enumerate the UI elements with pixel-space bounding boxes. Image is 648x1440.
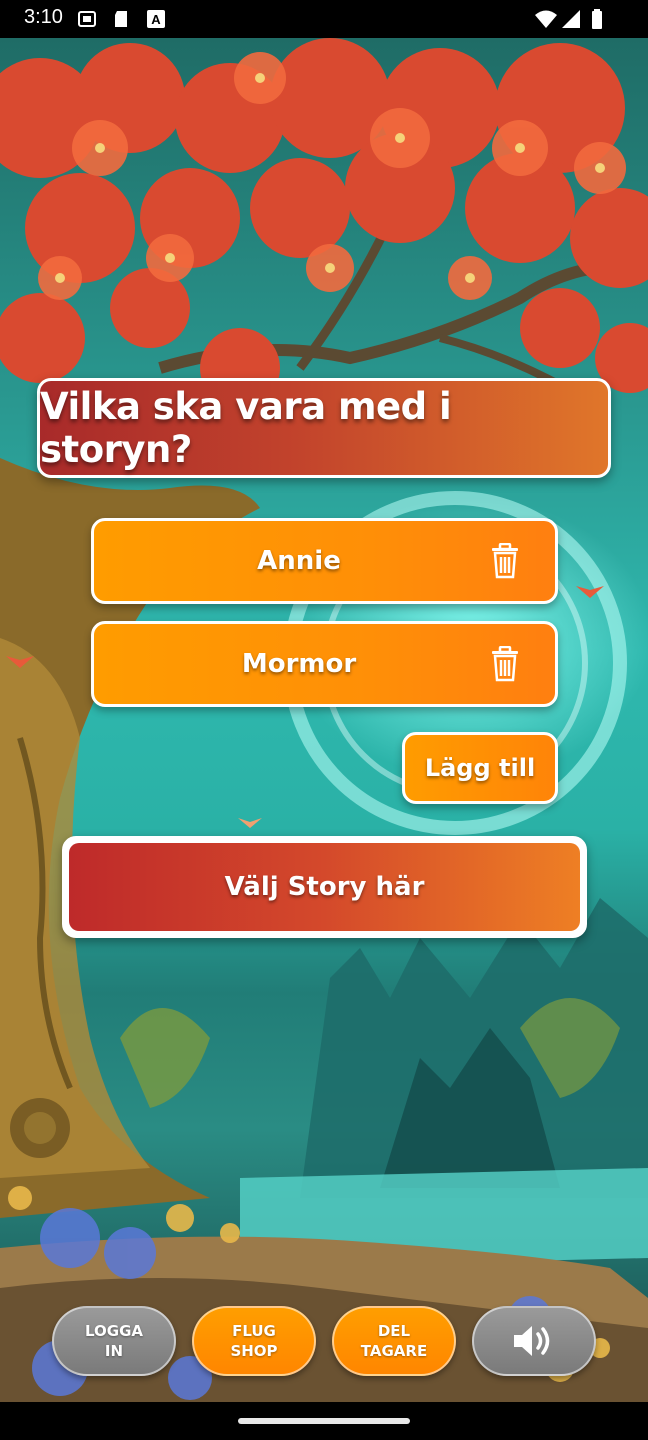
participant-name: Mormor <box>241 649 357 679</box>
choose-story-label: Välj Story här <box>69 843 580 931</box>
screenshot-icon <box>78 11 96 27</box>
login-button[interactable]: LOGGA IN <box>52 1306 176 1376</box>
participant-name: Annie <box>257 546 341 576</box>
status-bar: 3:10 A <box>0 0 648 38</box>
shop-label: FLUG SHOP <box>230 1322 278 1360</box>
participants-button[interactable]: DEL TAGARE <box>332 1306 456 1376</box>
home-gesture-handle[interactable] <box>238 1418 410 1424</box>
participant-row[interactable]: Mormor <box>91 621 558 707</box>
login-label: LOGGA IN <box>84 1322 143 1360</box>
question-banner: Vilka ska vara med i storyn? <box>37 378 611 478</box>
shop-button[interactable]: FLUG SHOP <box>192 1306 316 1376</box>
status-time: 3:10 <box>24 6 63 28</box>
navigation-bar <box>0 1402 648 1440</box>
background-illustration <box>0 38 648 1402</box>
font-a-icon: A <box>147 10 165 28</box>
question-title: Vilka ska vara med i storyn? <box>40 385 452 471</box>
trash-icon[interactable] <box>489 646 521 682</box>
sd-card-icon <box>115 11 127 27</box>
add-participant-button[interactable]: Lägg till <box>402 732 558 804</box>
sound-button[interactable] <box>472 1306 596 1376</box>
wifi-icon <box>535 10 557 28</box>
svg-text:A: A <box>151 12 161 27</box>
fantasy-forest-background <box>0 38 648 1402</box>
battery-icon <box>592 9 602 29</box>
participants-label: DEL TAGARE <box>360 1322 428 1360</box>
participant-row[interactable]: Annie <box>91 518 558 604</box>
trash-icon[interactable] <box>489 543 521 579</box>
speaker-icon <box>514 1326 550 1356</box>
signal-icon <box>562 10 580 28</box>
choose-story-button[interactable]: Välj Story här <box>62 836 587 938</box>
